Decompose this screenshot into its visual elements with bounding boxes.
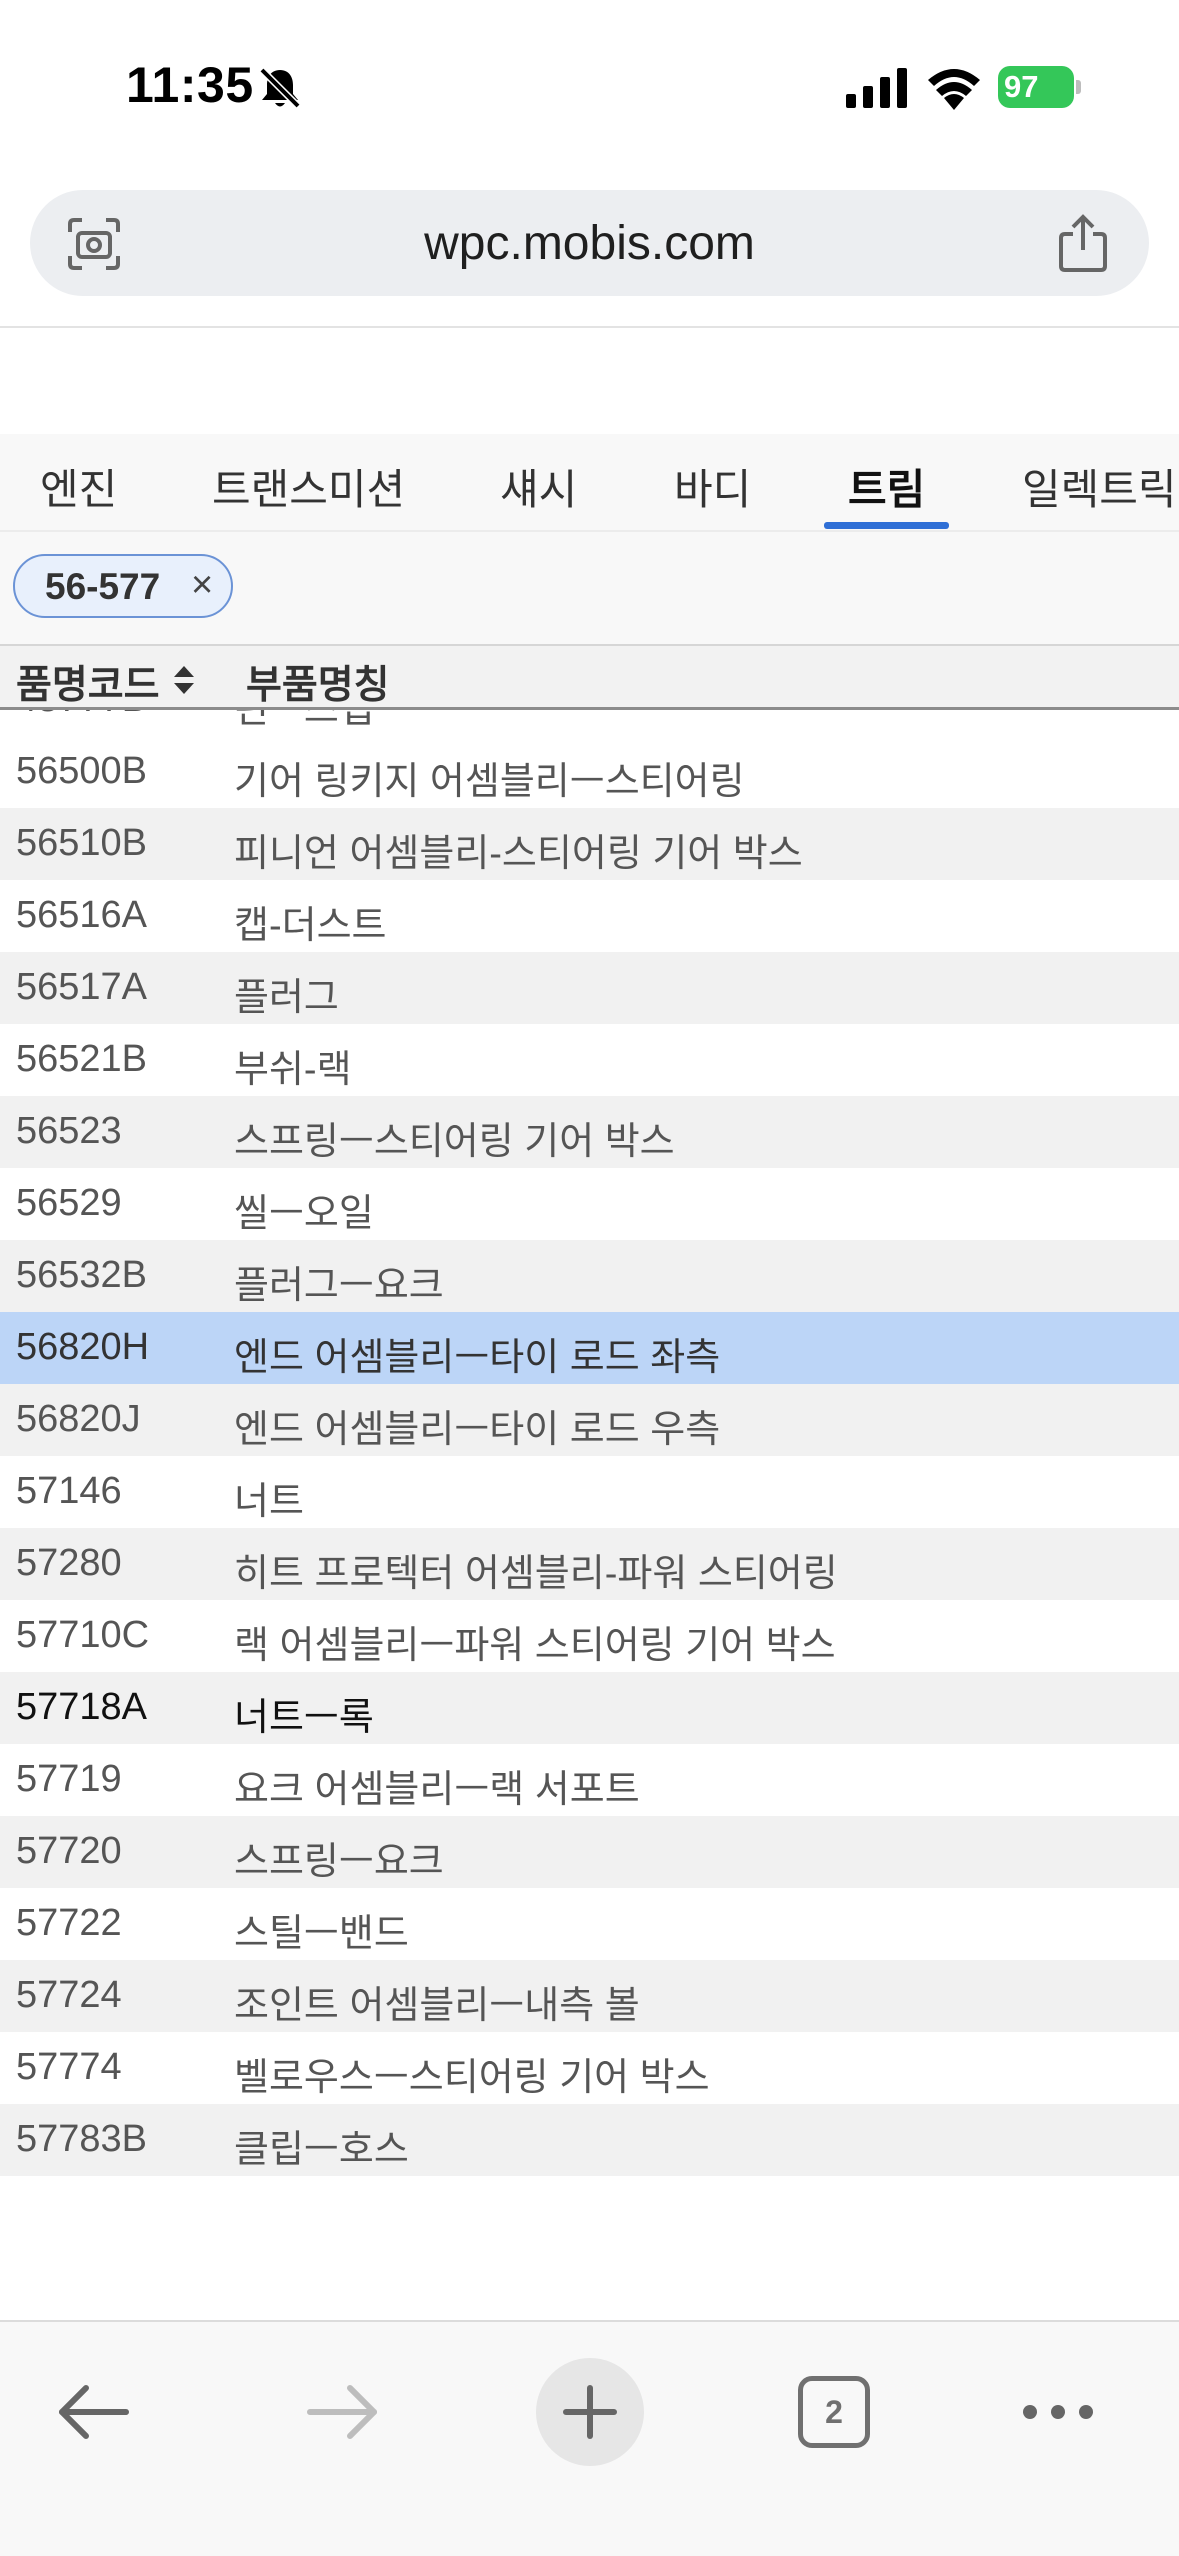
status-time: 11:35	[126, 57, 254, 113]
part-code: 56532B	[16, 1254, 148, 1296]
tab-body[interactable]: 바디	[674, 456, 751, 517]
part-code: 57710C	[16, 1614, 150, 1656]
filter-area: 56-577 ×	[0, 532, 1179, 644]
part-name: 씰ㅡ오일	[234, 1193, 374, 1235]
part-name: 부쉬-랙	[234, 1049, 352, 1091]
part-name: 너트	[234, 1481, 304, 1523]
table-row[interactable]: 57722 스틸ㅡ밴드	[0, 1888, 1179, 1960]
table-row[interactable]: 57280 히트 프로텍터 어셈블리-파워 스티어링	[0, 1528, 1179, 1600]
new-tab-button[interactable]	[536, 2358, 644, 2466]
tab-trim[interactable]: 트림	[848, 456, 925, 517]
part-name: 스프링ㅡ스티어링 기어 박스	[234, 1121, 675, 1163]
part-name: 랙 어셈블리ㅡ파워 스티어링 기어 박스	[234, 1625, 836, 1667]
table-row[interactable]: 57783B 클립ㅡ호스	[0, 2104, 1179, 2176]
part-code: 56820H	[16, 1326, 150, 1368]
table-header: 품명코드 부품명칭	[0, 644, 1179, 710]
table-row[interactable]: 56529 씰ㅡ오일	[0, 1168, 1179, 1240]
tab-transmission[interactable]: 트랜스미션	[212, 456, 405, 517]
parts-table-body: 43777B 핀ㅡ스텝 56500B 기어 링키지 어셈블리ㅡ스티어링 5651…	[0, 710, 1179, 2184]
filter-chip-label: 56-577	[45, 566, 161, 607]
table-row[interactable]: 57146 너트	[0, 1456, 1179, 1528]
part-code: 56523	[16, 1110, 122, 1152]
part-name: 스틸ㅡ밴드	[234, 1913, 409, 1955]
part-code: 56529	[16, 1182, 122, 1224]
filter-chip[interactable]: 56-577 ×	[13, 554, 233, 618]
part-name: 캡-더스트	[234, 905, 387, 947]
part-name: 플러그	[234, 977, 339, 1019]
part-code: 57720	[16, 1830, 122, 1872]
tab-engine[interactable]: 엔진	[40, 456, 117, 517]
part-code: 43777B	[16, 710, 147, 721]
table-row[interactable]: 57718A 너트ㅡ록	[0, 1672, 1179, 1744]
table-row[interactable]: 56516A 캡-더스트	[0, 880, 1179, 952]
part-name: 요크 어셈블리ㅡ랙 서포트	[234, 1769, 640, 1811]
part-name: 엔드 어셈블리ㅡ타이 로드 우측	[234, 1409, 721, 1451]
table-row[interactable]: 57720 스프링ㅡ요크	[0, 1816, 1179, 1888]
share-icon[interactable]	[1057, 214, 1109, 272]
part-code: 57719	[16, 1758, 122, 1800]
wifi-icon	[928, 69, 980, 110]
part-name: 핀ㅡ스텝	[234, 710, 374, 731]
status-bar: 11:35 97	[0, 0, 1179, 170]
part-code: 57722	[16, 1902, 122, 1944]
sort-icon[interactable]	[172, 664, 196, 696]
chip-close-icon[interactable]: ×	[191, 564, 213, 607]
table-row[interactable]: 56521B 부쉬-랙	[0, 1024, 1179, 1096]
part-code: 57146	[16, 1470, 122, 1512]
forward-arrow-icon[interactable]	[304, 2382, 380, 2442]
bell-muted-icon	[259, 67, 301, 109]
part-code: 56500B	[16, 750, 148, 792]
url-text[interactable]: wpc.mobis.com	[30, 216, 1149, 271]
toolbar-divider	[0, 326, 1179, 328]
part-code: 56510B	[16, 822, 148, 864]
part-code: 56820J	[16, 1398, 141, 1440]
table-row[interactable]: 57724 조인트 어셈블리ㅡ내측 볼	[0, 1960, 1179, 2032]
plus-icon	[563, 2385, 617, 2439]
part-name: 피니언 어셈블리-스티어링 기어 박스	[234, 833, 803, 875]
part-code: 57724	[16, 1974, 122, 2016]
part-name: 엔드 어셈블리ㅡ타이 로드 좌측	[234, 1337, 721, 1379]
battery-indicator: 97	[998, 66, 1082, 108]
table-row[interactable]: 56500B 기어 링키지 어셈블리ㅡ스티어링	[0, 736, 1179, 808]
table-row[interactable]: 57710C 랙 어셈블리ㅡ파워 스티어링 기어 박스	[0, 1600, 1179, 1672]
table-row[interactable]: 56517A 플러그	[0, 952, 1179, 1024]
part-code: 56516A	[16, 894, 148, 936]
table-row[interactable]: 57719 요크 어셈블리ㅡ랙 서포트	[0, 1744, 1179, 1816]
battery-level: 97	[998, 66, 1074, 108]
table-row[interactable]: 57774 벨로우스ㅡ스티어링 기어 박스	[0, 2032, 1179, 2104]
table-row[interactable]: 56820J 엔드 어셈블리ㅡ타이 로드 우측	[0, 1384, 1179, 1456]
column-header-name: 부품명칭	[246, 664, 390, 707]
active-tab-indicator	[824, 522, 949, 529]
table-row[interactable]: 56532B 플러그ㅡ요크	[0, 1240, 1179, 1312]
tab-switcher-button[interactable]: 2	[798, 2376, 870, 2448]
part-code: 57718A	[16, 1686, 148, 1728]
part-name: 플러그ㅡ요크	[234, 1265, 444, 1307]
address-bar[interactable]: wpc.mobis.com	[30, 190, 1149, 296]
table-row[interactable]: 56523 스프링ㅡ스티어링 기어 박스	[0, 1096, 1179, 1168]
part-name: 클립ㅡ호스	[234, 2129, 409, 2171]
column-header-code[interactable]: 품명코드	[16, 654, 160, 710]
back-arrow-icon[interactable]	[56, 2382, 132, 2442]
part-code: 57280	[16, 1542, 122, 1584]
part-name: 벨로우스ㅡ스티어링 기어 박스	[234, 2057, 710, 2099]
tab-electric[interactable]: 일렉트릭	[1022, 456, 1177, 517]
category-tabs: 엔진 트랜스미션 섀시 바디 트림 일렉트릭	[0, 434, 1179, 532]
browser-bottom-toolbar: 2	[0, 2320, 1179, 2556]
part-code: 56517A	[16, 966, 148, 1008]
part-name: 조인트 어셈블리ㅡ내측 볼	[234, 1985, 640, 2027]
battery-tip	[1076, 80, 1081, 94]
table-row-selected[interactable]: 56820H 엔드 어셈블리ㅡ타이 로드 좌측	[0, 1312, 1179, 1384]
part-name: 너트ㅡ록	[234, 1697, 374, 1739]
part-name: 기어 링키지 어셈블리ㅡ스티어링	[234, 761, 745, 803]
table-row[interactable]: 56510B 피니언 어셈블리-스티어링 기어 박스	[0, 808, 1179, 880]
tab-chassis[interactable]: 섀시	[500, 456, 577, 517]
part-name: 스프링ㅡ요크	[234, 1841, 444, 1883]
part-name: 히트 프로텍터 어셈블리-파워 스티어링	[234, 1553, 838, 1595]
part-code: 56521B	[16, 1038, 148, 1080]
part-code: 57783B	[16, 2118, 148, 2160]
more-options-icon[interactable]	[1020, 2398, 1096, 2426]
table-row[interactable]: 43777B 핀ㅡ스텝	[0, 710, 1179, 736]
part-code: 57774	[16, 2046, 122, 2088]
cellular-signal-icon	[846, 68, 907, 108]
